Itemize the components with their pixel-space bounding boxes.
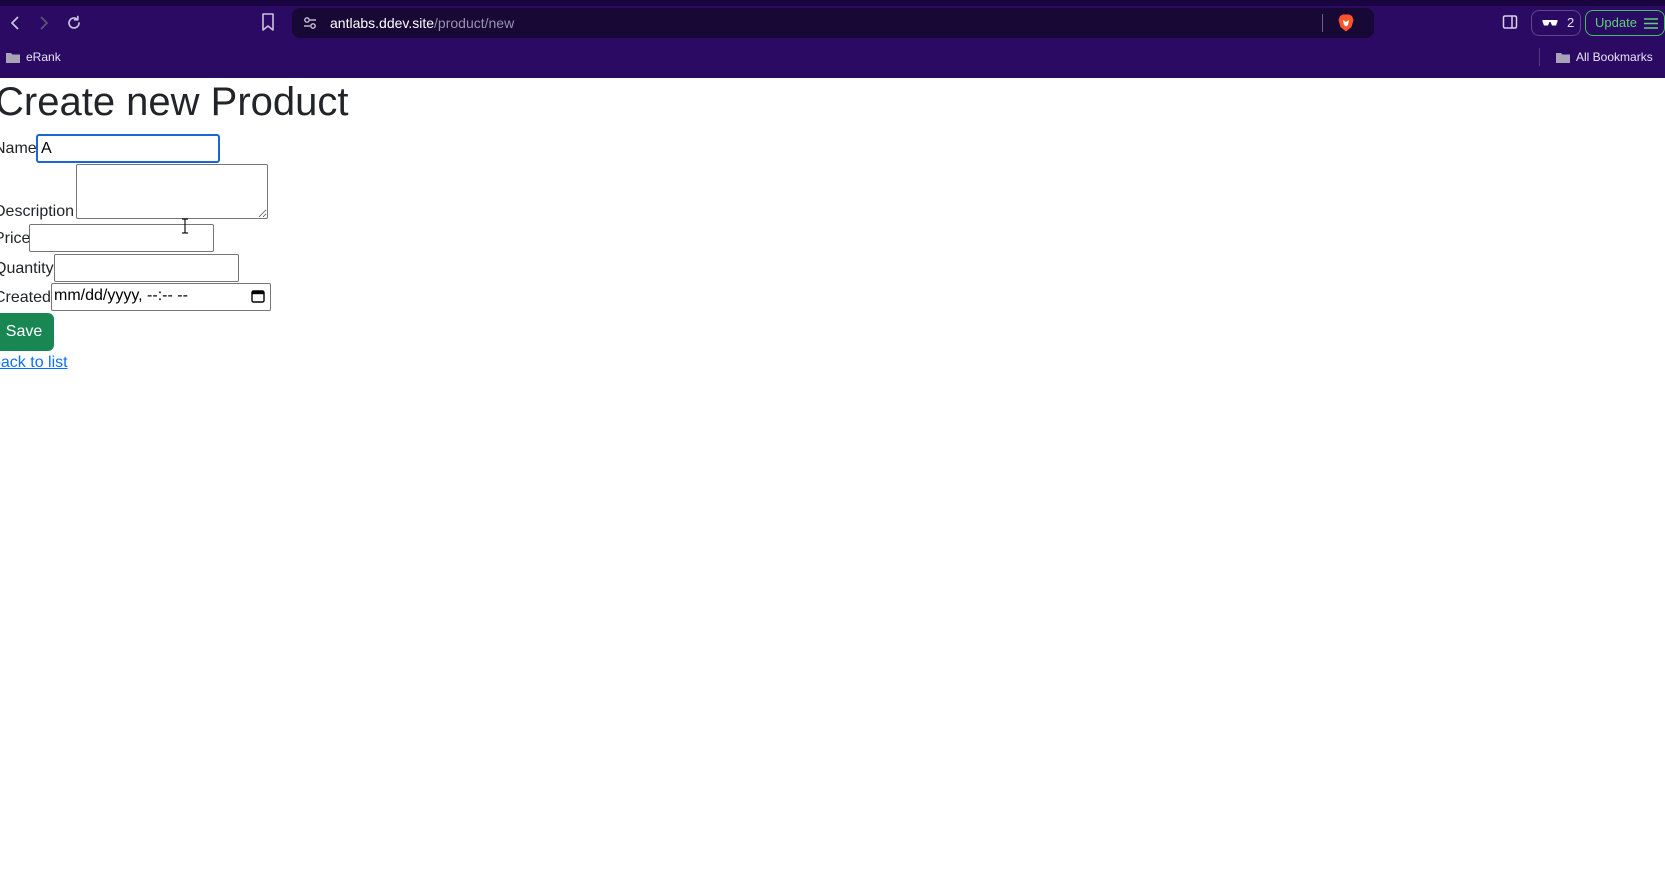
- reload-button[interactable]: [63, 12, 85, 34]
- page-content: Create new Product Name Description Pric…: [0, 78, 1665, 883]
- created-datetime-input[interactable]: mm/dd/yyyy, --:-- --: [51, 283, 271, 311]
- name-label: Name: [0, 140, 37, 157]
- description-label: Description: [0, 203, 75, 220]
- forward-button[interactable]: [33, 12, 55, 34]
- sidebar-icon[interactable]: [1502, 14, 1518, 30]
- window-top-strip: [0, 0, 1665, 6]
- update-label: Update: [1595, 15, 1637, 30]
- calendar-icon[interactable]: [251, 289, 265, 303]
- bookmarks-divider: [1539, 48, 1540, 66]
- price-input[interactable]: [29, 224, 214, 252]
- url-text[interactable]: antlabs.ddev.site/product/new: [330, 15, 514, 31]
- quantity-input[interactable]: [54, 254, 239, 282]
- back-arrow-icon: [11, 16, 19, 30]
- reload-icon: [68, 15, 80, 29]
- bookmark-label: eRank: [26, 50, 61, 64]
- hamburger-menu-icon: [1644, 18, 1658, 29]
- name-input[interactable]: [36, 134, 220, 163]
- quantity-label: Quantity: [0, 260, 54, 277]
- page-title: Create new Product: [0, 80, 349, 124]
- description-textarea[interactable]: [76, 164, 268, 219]
- save-button[interactable]: Save: [0, 313, 54, 351]
- browser-chrome: antlabs.ddev.site/product/new 2 Update e…: [0, 0, 1665, 78]
- bookmark-icon: [262, 13, 274, 31]
- folder-icon: [6, 53, 20, 63]
- folder-icon: [1556, 53, 1570, 63]
- urlbar-divider: [1322, 14, 1323, 32]
- wallet-button[interactable]: 2: [1531, 10, 1581, 36]
- back-button[interactable]: [4, 12, 26, 34]
- price-label: Price: [0, 230, 31, 247]
- bookmark-page-button[interactable]: [260, 12, 278, 34]
- wallet-count: 2: [1567, 15, 1575, 30]
- created-label: Created: [0, 289, 51, 306]
- brave-lion-icon[interactable]: [1337, 13, 1355, 33]
- site-settings-icon[interactable]: [302, 15, 318, 31]
- update-button[interactable]: Update: [1585, 10, 1665, 36]
- url-host: antlabs.ddev.site: [330, 15, 435, 31]
- glasses-icon: [1542, 20, 1558, 26]
- address-bar[interactable]: antlabs.ddev.site/product/new: [292, 8, 1374, 38]
- all-bookmarks-label: All Bookmarks: [1576, 50, 1653, 64]
- forward-arrow-icon: [40, 16, 48, 30]
- back-to-list-link[interactable]: back to list: [0, 354, 68, 372]
- created-datetime-placeholder: mm/dd/yyyy, --:-- --: [54, 287, 188, 304]
- url-path: /product/new: [434, 15, 515, 31]
